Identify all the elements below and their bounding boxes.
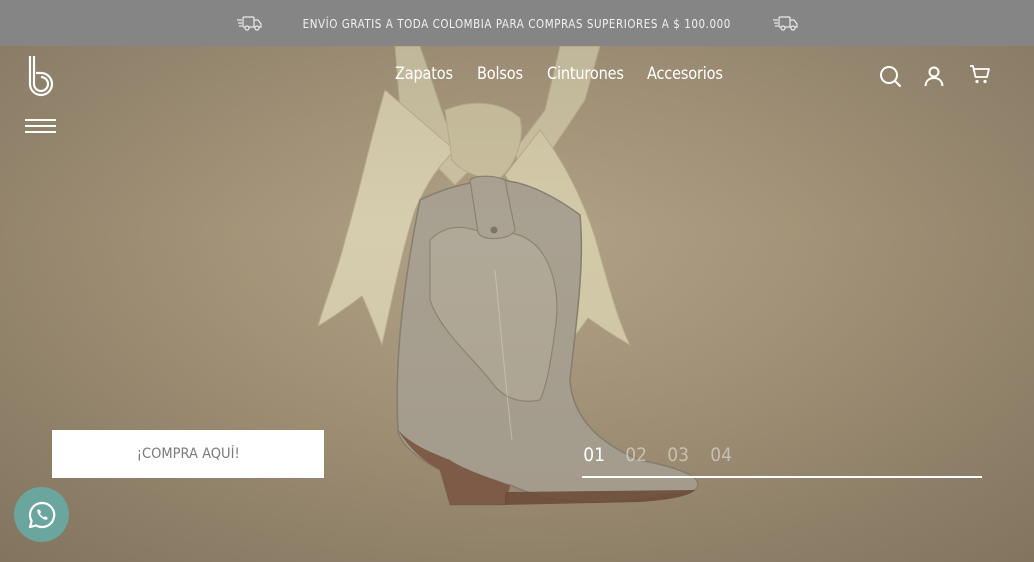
slide-dot-01[interactable]: 01	[583, 444, 605, 466]
slider-pagination: 01 02 03 04	[582, 444, 733, 466]
nav-accesorios[interactable]: Accesorios	[647, 64, 723, 83]
search-icon[interactable]	[878, 64, 902, 88]
whatsapp-button[interactable]	[14, 487, 69, 542]
slider-progress-line	[582, 476, 982, 478]
announcement-text: ENVÍO GRATIS A TODA COLOMBIA PARA COMPRA…	[302, 15, 732, 31]
delivery-truck-icon	[772, 16, 798, 31]
slide-dot-03[interactable]: 03	[668, 444, 690, 466]
main-nav: Zapatos Bolsos Cinturones Accesorios	[395, 64, 725, 83]
shop-now-button[interactable]: ¡COMPRA AQUÍ!	[52, 430, 324, 478]
delivery-truck-icon	[237, 16, 262, 31]
nav-bolsos[interactable]: Bolsos	[477, 64, 523, 83]
hamburger-menu-icon[interactable]	[25, 119, 56, 133]
slide-dot-02[interactable]: 02	[625, 444, 647, 466]
shop-now-label: ¡COMPRA AQUÍ!	[136, 446, 240, 462]
brand-logo[interactable]	[24, 54, 58, 100]
announcement-bar: ENVÍO GRATIS A TODA COLOMBIA PARA COMPRA…	[0, 0, 1034, 46]
whatsapp-icon	[28, 501, 55, 528]
user-icon[interactable]	[922, 64, 946, 88]
nav-zapatos[interactable]: Zapatos	[395, 64, 453, 83]
nav-cinturones[interactable]: Cinturones	[547, 64, 624, 83]
cart-icon[interactable]	[968, 62, 992, 86]
slide-dot-04[interactable]: 04	[710, 444, 732, 466]
